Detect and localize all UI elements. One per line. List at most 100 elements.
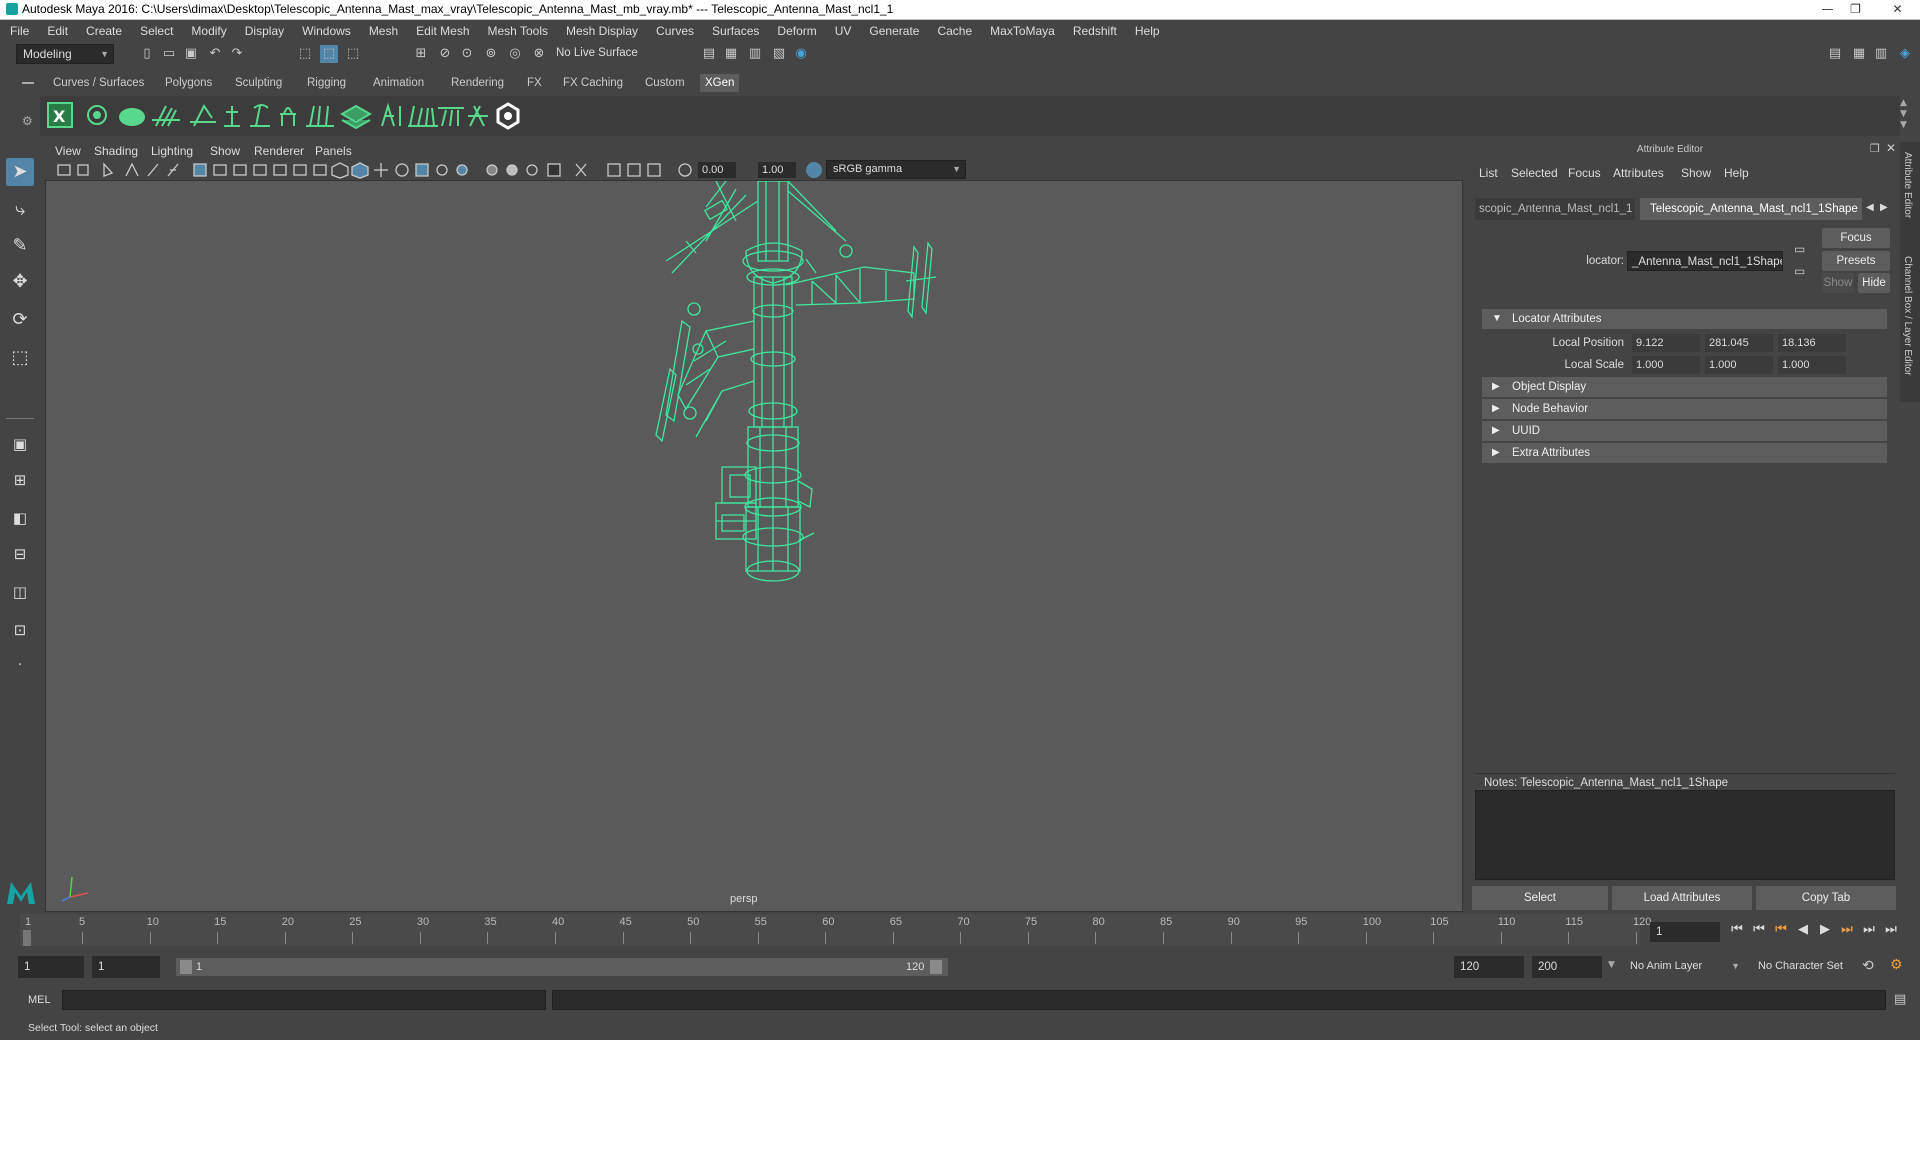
menu-deform[interactable]: Deform (777, 24, 816, 38)
object-display-section[interactable]: ▶ Object Display (1482, 377, 1887, 397)
toolbox-more-icon[interactable]: · (6, 652, 34, 680)
play-forward-icon[interactable]: ▶ (1816, 922, 1834, 937)
ae-menu-selected[interactable]: Selected (1511, 166, 1558, 180)
extra-attributes-section[interactable]: ▶ Extra Attributes (1482, 443, 1887, 463)
live-surface-label[interactable]: No Live Surface (556, 47, 638, 59)
move-tool-icon[interactable]: ✥ (6, 268, 34, 296)
menu-create[interactable]: Create (86, 24, 122, 38)
notes-textarea[interactable] (1475, 790, 1895, 880)
hide-button[interactable]: Hide (1858, 273, 1890, 293)
menu-surfaces[interactable]: Surfaces (712, 24, 759, 38)
menu-edit[interactable]: Edit (47, 24, 68, 38)
local-position-y-field[interactable]: 281.045 (1705, 334, 1773, 352)
shelf-scroll-icon[interactable]: ▲ ▼ ▼ (1900, 98, 1907, 131)
snap-view-icon[interactable]: ⊚ (482, 45, 500, 63)
modeling-toolkit-icon[interactable]: ▦ (1850, 45, 1868, 63)
snap-grid-icon[interactable]: ⊞ (412, 45, 430, 63)
shelf-tab-xgen[interactable]: XGen (700, 74, 740, 92)
persp-outliner-layout-icon[interactable]: ◧ (6, 504, 34, 532)
viewport-menu-view[interactable]: View (55, 144, 81, 158)
viewport-menu-shading[interactable]: Shading (94, 144, 138, 158)
uuid-section[interactable]: ▶ UUID (1482, 421, 1887, 441)
shelf-tab-sculpting[interactable]: Sculpting (230, 74, 287, 92)
shelf-tab-rigging[interactable]: Rigging (302, 74, 351, 92)
ae-menu-attributes[interactable]: Attributes (1613, 166, 1664, 180)
step-forward-icon[interactable]: ⏭ (1860, 922, 1878, 937)
menu-help[interactable]: Help (1135, 24, 1160, 38)
float-panel-icon[interactable]: ❐ (1870, 142, 1880, 155)
shelf-tab-custom[interactable]: Custom (640, 74, 690, 92)
step-back-icon[interactable]: ⏮ (1750, 922, 1768, 937)
close-panel-icon[interactable]: ✕ (1886, 141, 1896, 155)
outliner-icon[interactable]: ▥ (1872, 45, 1890, 63)
select-by-hierarchy-icon[interactable]: ⬚ (296, 45, 314, 63)
shelf-settings-icon[interactable]: ⚙ (22, 114, 33, 128)
script-editor-icon[interactable]: ▤ (1894, 992, 1906, 1007)
menu-mesh-tools[interactable]: Mesh Tools (488, 24, 548, 38)
four-view-layout-icon[interactable]: ⊞ (6, 466, 34, 494)
menu-uv[interactable]: UV (835, 24, 852, 38)
presets-button[interactable]: Presets (1822, 251, 1890, 271)
range-slider[interactable] (176, 958, 948, 976)
range-end-handle[interactable] (930, 960, 942, 974)
menu-curves[interactable]: Curves (656, 24, 694, 38)
local-position-x-field[interactable]: 9.122 (1632, 334, 1700, 352)
menu-select[interactable]: Select (140, 24, 173, 38)
hypershade-layout-icon[interactable]: ⊡ (6, 616, 34, 644)
local-scale-x-field[interactable]: 1.000 (1632, 356, 1700, 374)
scale-tool-icon[interactable]: ⬚ (6, 344, 34, 372)
shelf-tab-fx[interactable]: FX (522, 74, 547, 92)
side-tab-channel-box[interactable]: Channel Box / Layer Editor (1902, 256, 1913, 376)
viewport-menu-lighting[interactable]: Lighting (151, 144, 193, 158)
anim-layer-dropdown[interactable]: No Anim Layer ▼ (1624, 956, 1744, 978)
shelf-menu-icon[interactable] (22, 82, 34, 84)
go-to-end-icon[interactable]: ⏭ (1882, 922, 1900, 937)
render-view-icon[interactable]: ▧ (770, 45, 788, 63)
go-to-start-icon[interactable]: ⏮ (1728, 922, 1746, 937)
exposure-field[interactable]: 0.00 (698, 162, 736, 178)
workspace-icon[interactable]: ▤ (1826, 45, 1844, 63)
go-to-input-icon[interactable]: ▭ (1794, 242, 1805, 256)
animation-start-field[interactable]: 1 (18, 956, 84, 978)
command-input[interactable] (62, 990, 546, 1010)
new-scene-icon[interactable]: ▯ (138, 45, 156, 63)
ae-menu-help[interactable]: Help (1724, 166, 1749, 180)
go-to-output-icon[interactable]: ▭ (1794, 264, 1805, 278)
chevron-down-icon[interactable]: ▼ (1608, 960, 1615, 970)
viewport-menu-panels[interactable]: Panels (315, 144, 352, 158)
ae-menu-focus[interactable]: Focus (1568, 166, 1601, 180)
hypershade-icon[interactable]: ◉ (792, 45, 810, 63)
perspective-viewport[interactable] (45, 180, 1463, 912)
local-scale-y-field[interactable]: 1.000 (1705, 356, 1773, 374)
single-perspective-layout-icon[interactable]: ▣ (6, 430, 34, 458)
menu-display[interactable]: Display (245, 24, 284, 38)
paint-select-tool-icon[interactable]: ✎ (6, 232, 34, 260)
animation-preferences-icon[interactable]: ⚙ (1890, 957, 1903, 973)
undo-icon[interactable]: ↶ (206, 45, 224, 63)
color-management-icon[interactable] (806, 162, 822, 178)
menu-modify[interactable]: Modify (191, 24, 226, 38)
save-scene-icon[interactable]: ▣ (182, 45, 200, 63)
select-button[interactable]: Select (1472, 886, 1608, 910)
snap-curve-icon[interactable]: ⊘ (436, 45, 454, 63)
character-set-dropdown[interactable]: No Character Set (1752, 956, 1868, 978)
load-attributes-button[interactable]: Load Attributes (1612, 886, 1752, 910)
gamma-field[interactable]: 1.00 (758, 162, 796, 178)
ae-menu-show[interactable]: Show (1681, 166, 1711, 180)
auto-key-icon[interactable]: ⟲ (1862, 958, 1874, 974)
playback-end-field[interactable]: 120 (1454, 956, 1524, 978)
side-tab-attribute-editor[interactable]: Attribute Editor (1902, 152, 1913, 218)
menu-maxtomaya[interactable]: MaxToMaya (990, 24, 1055, 38)
step-back-key-icon[interactable]: ⏮ (1772, 922, 1790, 937)
close-button[interactable]: ✕ (1884, 0, 1911, 18)
viewport-menu-renderer[interactable]: Renderer (254, 144, 304, 158)
minimize-button[interactable]: — (1814, 0, 1841, 18)
step-forward-key-icon[interactable]: ⏭ (1838, 922, 1856, 937)
focus-button[interactable]: Focus (1822, 228, 1890, 248)
show-button[interactable]: Show (1822, 273, 1854, 293)
persp-graph-layout-icon[interactable]: ⊟ (6, 540, 34, 568)
shelf-tab-fx-caching[interactable]: FX Caching (558, 74, 628, 92)
mode-selector[interactable]: Modeling ▼ (16, 44, 114, 64)
lasso-tool-icon[interactable]: ⤷ (6, 196, 34, 224)
range-start-handle[interactable] (180, 960, 192, 974)
